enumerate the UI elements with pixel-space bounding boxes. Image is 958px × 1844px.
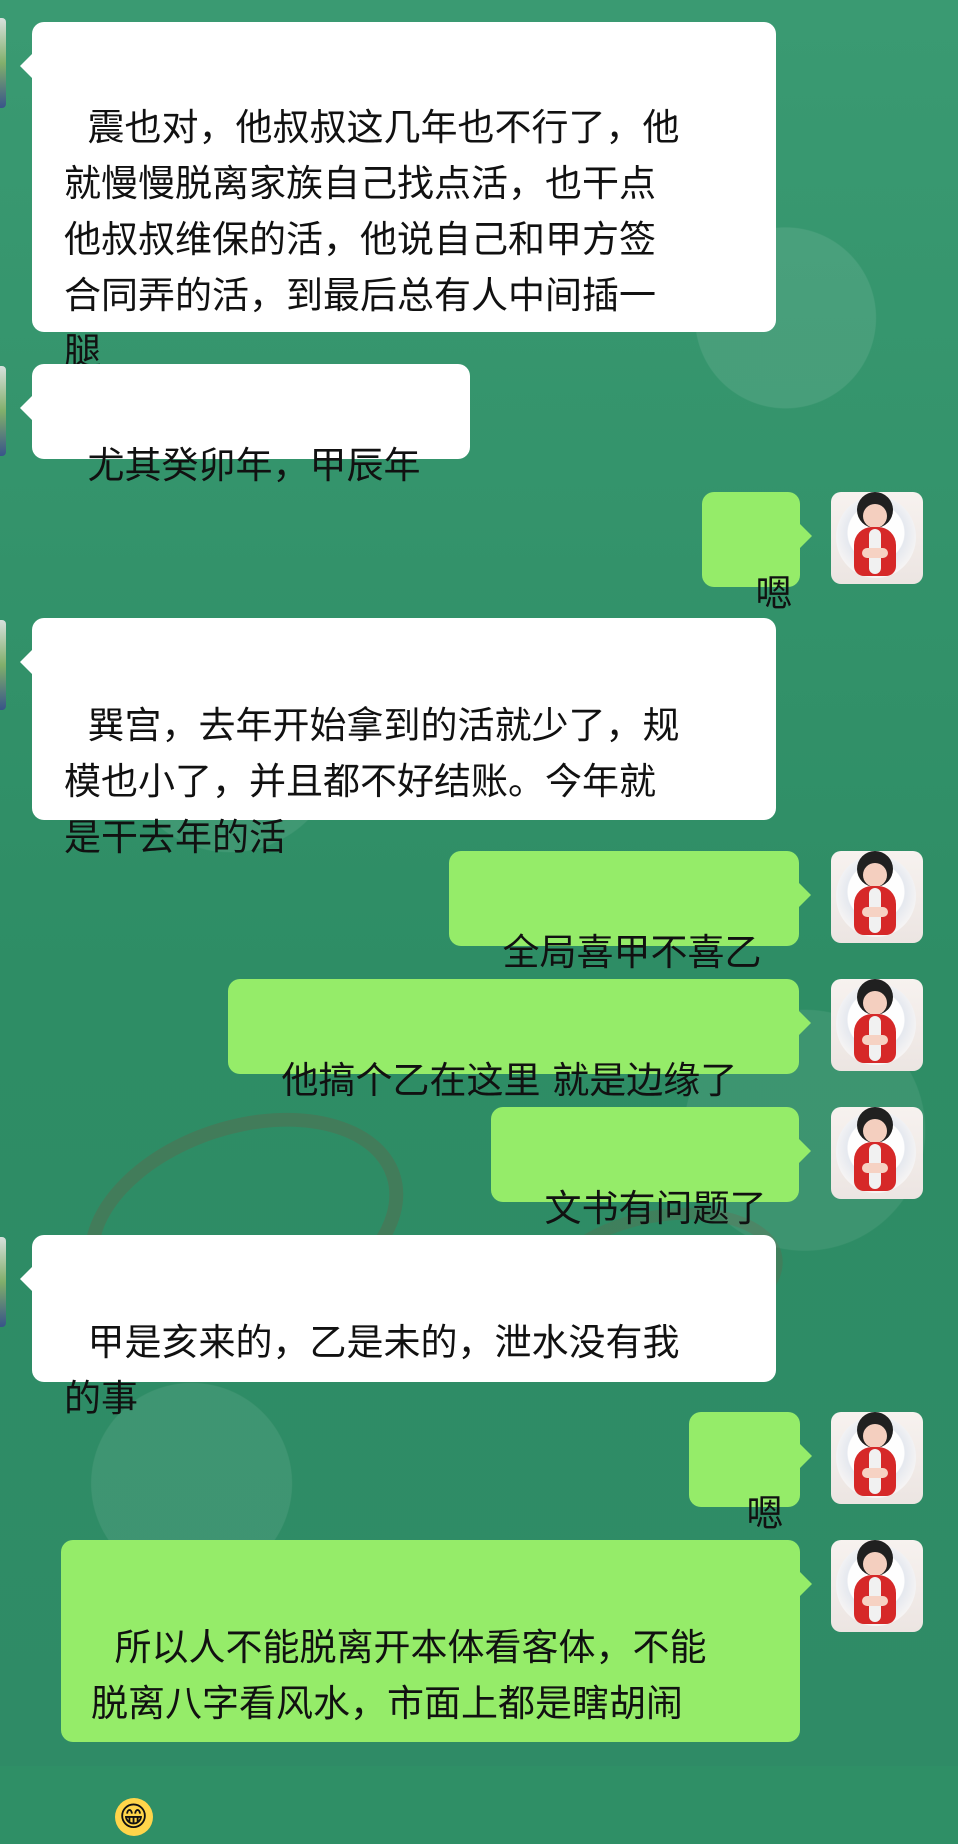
message-text: 所以人不能脱离开本体看客体，不能 脱离八字看风水，市面上都是瞎胡闹 bbox=[91, 1626, 707, 1725]
user-avatar-icon[interactable] bbox=[831, 492, 923, 584]
outgoing-message-bubble[interactable]: 他搞个乙在这里 就是边缘了 bbox=[228, 979, 811, 1102]
outgoing-message-bubble[interactable]: 所以人不能脱离开本体看客体，不能 脱离八字看风水，市面上都是瞎胡闹 😁 bbox=[61, 1540, 812, 1836]
outgoing-message-bubble[interactable]: 嗯 bbox=[702, 492, 812, 615]
message-text: 全局喜甲不喜乙 bbox=[502, 931, 762, 974]
user-avatar-icon[interactable] bbox=[831, 1107, 923, 1199]
incoming-message-bubble[interactable]: 巽宫，去年开始拿到的活就少了，规 模也小了，并且都不好结账。今年就 是干去年的活 bbox=[20, 618, 776, 859]
contact-avatar-partial-icon[interactable] bbox=[0, 18, 6, 108]
contact-avatar-partial-icon[interactable] bbox=[0, 366, 6, 456]
message-text: 嗯 bbox=[755, 572, 793, 615]
message-text: 他搞个乙在这里 就是边缘了 bbox=[281, 1059, 738, 1102]
incoming-message-bubble[interactable]: 震也对，他叔叔这几年也不行了，他 就慢慢脱离家族自己找点活，也干点 他叔叔维保的… bbox=[20, 22, 776, 373]
contact-avatar-partial-icon[interactable] bbox=[0, 1237, 6, 1327]
user-avatar-icon[interactable] bbox=[831, 851, 923, 943]
message-text: 尤其癸卯年，甲辰年 bbox=[87, 444, 421, 487]
grinning-face-emoji: 😁 bbox=[114, 1797, 153, 1836]
message-text: 嗯 bbox=[746, 1492, 784, 1535]
user-avatar-icon[interactable] bbox=[831, 1540, 923, 1632]
message-text: 文书有问题了 bbox=[544, 1187, 767, 1230]
incoming-message-bubble[interactable]: 甲是亥来的，乙是未的，泄水没有我 的事 bbox=[20, 1235, 776, 1420]
incoming-message-bubble[interactable]: 尤其癸卯年，甲辰年 bbox=[20, 364, 470, 487]
outgoing-message-bubble[interactable]: 文书有问题了 bbox=[491, 1107, 811, 1230]
user-avatar-icon[interactable] bbox=[831, 979, 923, 1071]
outgoing-message-bubble[interactable]: 嗯 bbox=[689, 1412, 812, 1535]
user-avatar-icon[interactable] bbox=[831, 1412, 923, 1504]
contact-avatar-partial-icon[interactable] bbox=[0, 620, 6, 710]
outgoing-message-bubble[interactable]: 全局喜甲不喜乙 bbox=[449, 851, 811, 974]
